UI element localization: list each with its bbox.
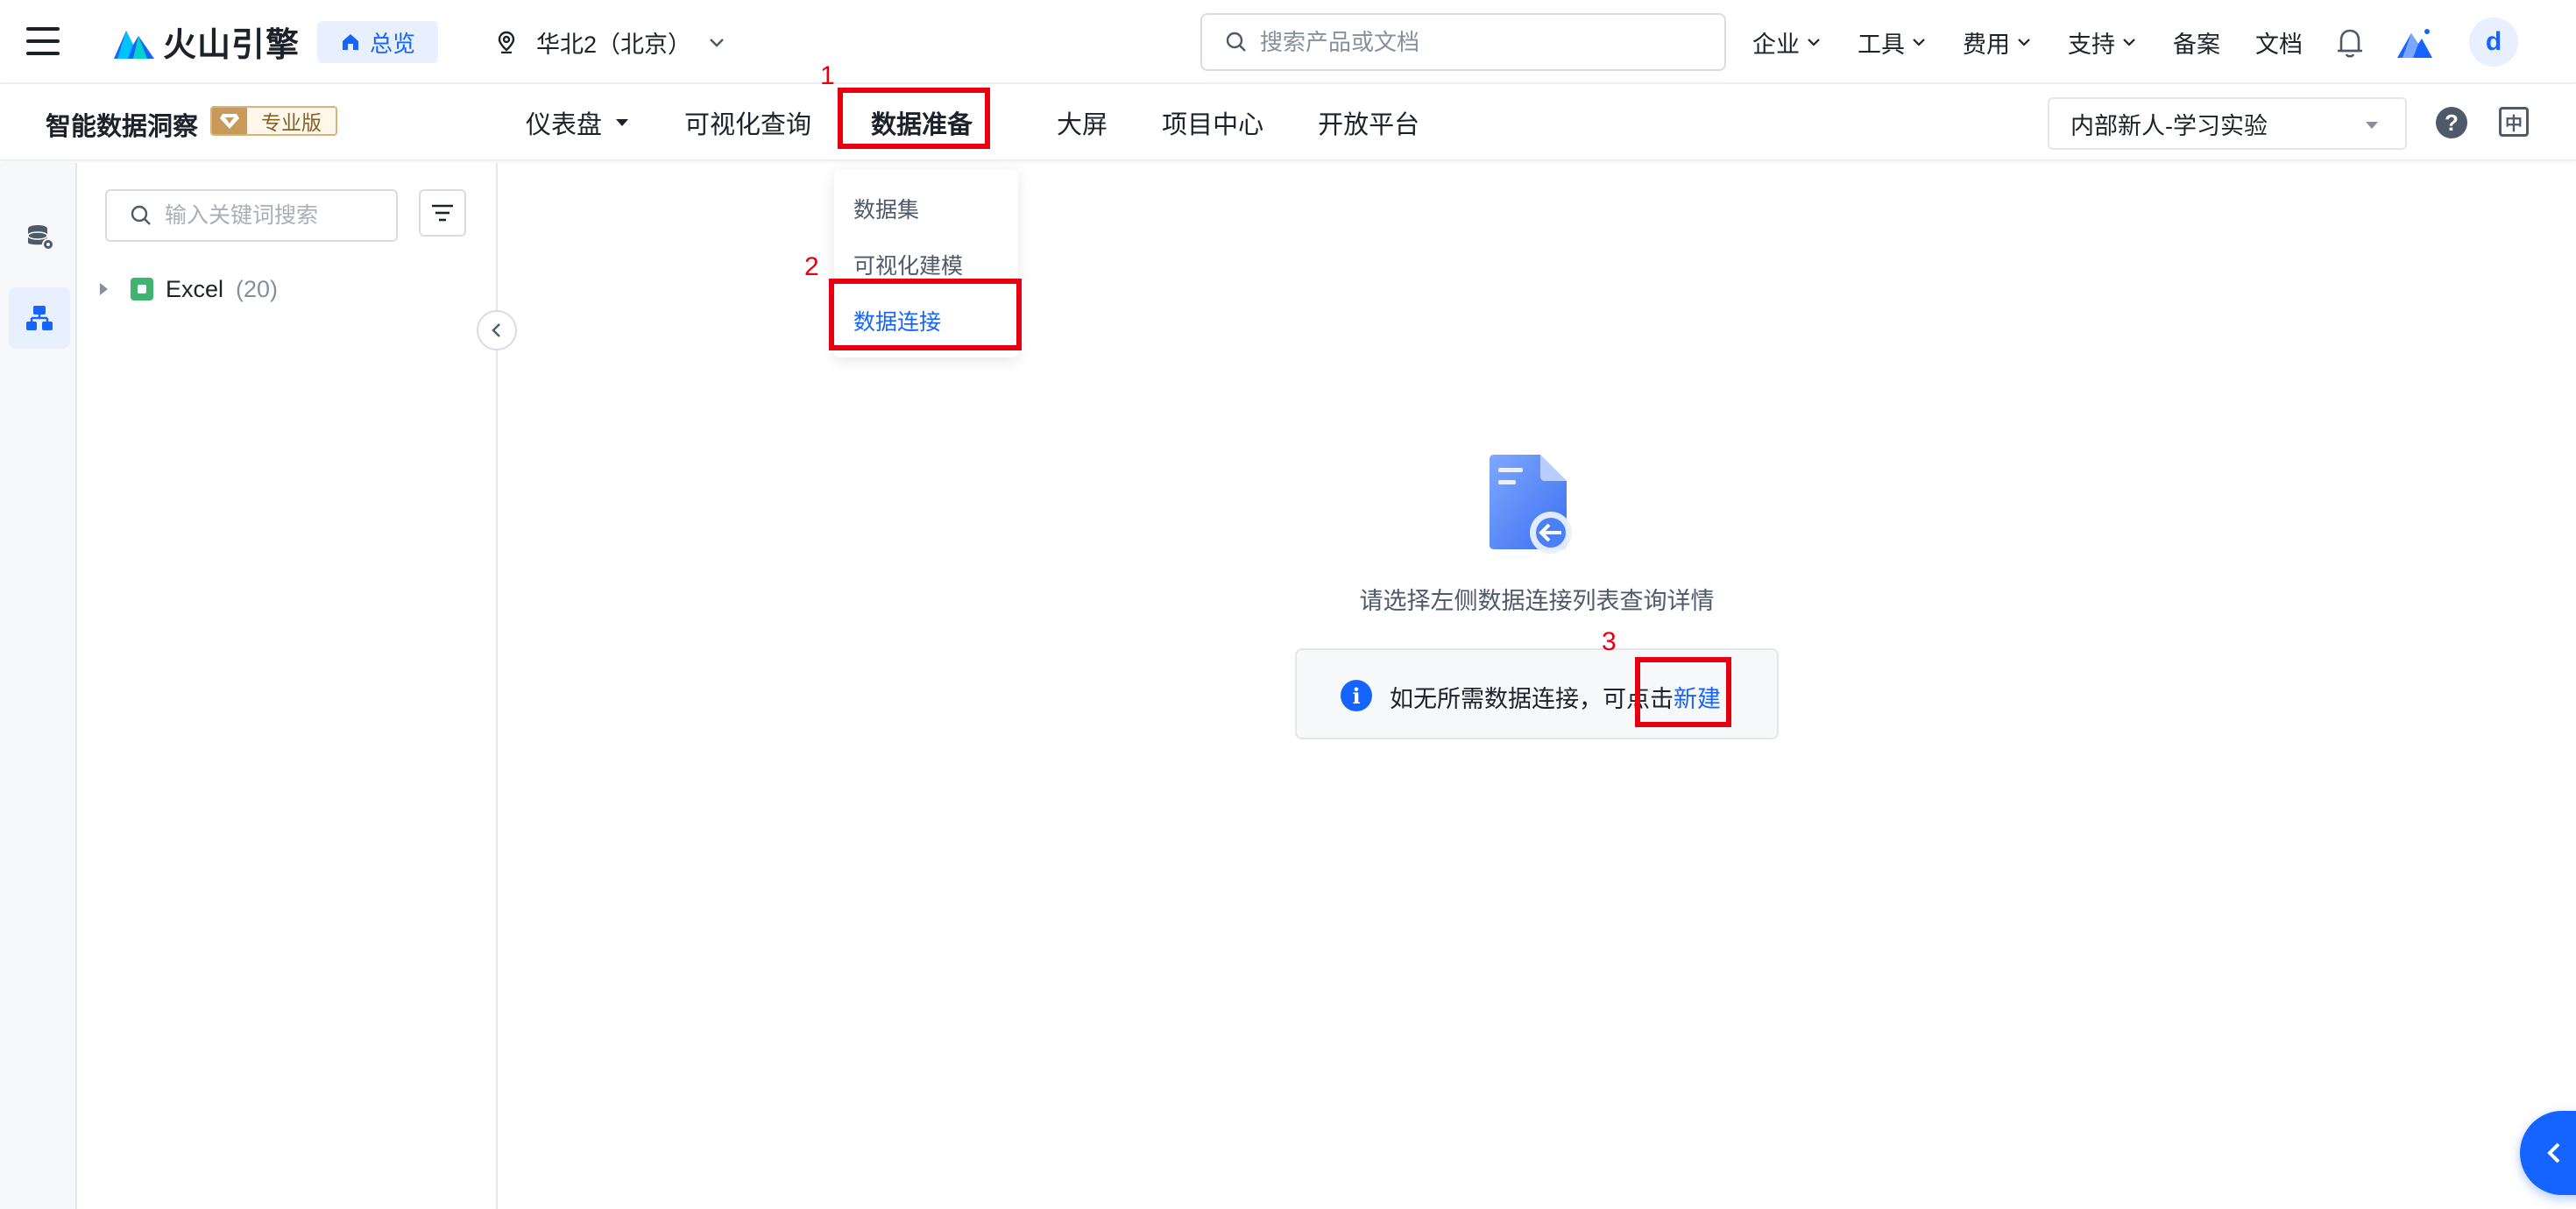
bell-icon[interactable]: [2334, 25, 2366, 60]
empty-state-message: 请选择左侧数据连接列表查询详情: [1359, 588, 1715, 614]
top-bar: 火山引擎 总览 华北2（北京） 企业 工具 费用 支持 备案 文档 d: [0, 0, 2576, 84]
tab-visual-query[interactable]: 可视化查询: [684, 104, 811, 141]
dropdown-item-visual-modeling[interactable]: 可视化建模: [853, 249, 963, 280]
top-nav-tools[interactable]: 工具: [1858, 25, 1928, 60]
expand-caret-icon[interactable]: [100, 283, 108, 295]
tab-label: 可视化查询: [684, 111, 812, 139]
search-icon: [1226, 32, 1246, 52]
hint-text: 如无所需数据连接，可点击新建: [1390, 680, 1721, 714]
data-prep-dropdown: 数据集 可视化建模 数据连接: [834, 170, 1018, 357]
create-hint: i 如无所需数据连接，可点击新建: [1295, 648, 1779, 739]
tab-dashboard[interactable]: 仪表盘: [526, 104, 630, 141]
global-search-input[interactable]: [1260, 28, 1716, 56]
info-icon: i: [1341, 680, 1372, 711]
tab-label: 数据准备: [871, 111, 973, 139]
excel-icon: [131, 278, 153, 300]
location-pin-icon: [498, 31, 515, 53]
hamburger-menu-icon[interactable]: [26, 27, 60, 55]
collapse-panel-button[interactable]: [477, 310, 517, 350]
create-connection-link[interactable]: 新建: [1674, 686, 1721, 712]
home-label: 总览: [370, 30, 416, 57]
top-nav-label: 备案: [2173, 31, 2220, 58]
rail-item-dataset[interactable]: [9, 207, 70, 268]
help-icon[interactable]: ?: [2436, 107, 2467, 138]
search-icon: [131, 205, 151, 225]
tree-item-count: (20): [236, 275, 279, 302]
tab-label: 项目中心: [1162, 111, 1264, 139]
edition-label: 专业版: [247, 108, 336, 134]
tab-label: 仪表盘: [526, 111, 603, 139]
dropdown-item-dataset[interactable]: 数据集: [853, 193, 919, 224]
annotation-number: 2: [804, 252, 819, 281]
volcengine-logo[interactable]: 火山引擎: [112, 19, 301, 64]
region-selector[interactable]: 华北2（北京）: [496, 23, 726, 61]
tab-label: 开放平台: [1318, 111, 1420, 139]
top-nav-filing[interactable]: 备案: [2173, 25, 2220, 60]
tab-label: 大屏: [1057, 111, 1108, 139]
home-icon: [343, 34, 358, 50]
top-nav-label: 企业: [1752, 31, 1800, 58]
annotation-number: 3: [1602, 627, 1617, 656]
dropdown-item-data-connection[interactable]: 数据连接: [853, 305, 941, 336]
chevron-left-icon: [492, 323, 500, 337]
caret-down-icon: [2366, 122, 2378, 129]
product-name: 智能数据洞察: [46, 113, 199, 141]
tree-search[interactable]: [105, 189, 398, 242]
top-nav-support[interactable]: 支持: [2068, 25, 2138, 60]
left-rail: [0, 163, 77, 1209]
chevron-down-icon: [1913, 39, 1925, 46]
connection-tree-icon: [26, 306, 53, 330]
language-icon[interactable]: 中: [2499, 107, 2529, 137]
tab-project-center[interactable]: 项目中心: [1162, 104, 1263, 141]
edition-badge: 专业版: [210, 106, 337, 136]
tab-big-screen[interactable]: 大屏: [1057, 104, 1108, 141]
top-nav-docs[interactable]: 文档: [2255, 25, 2303, 60]
user-avatar[interactable]: d: [2469, 18, 2518, 67]
tab-data-prep[interactable]: 数据准备: [871, 104, 973, 141]
tree-search-input[interactable]: [165, 202, 393, 229]
top-nav-label: 费用: [1963, 31, 2010, 58]
caret-down-icon: [616, 119, 629, 126]
main-nav: 仪表盘 可视化查询 数据准备 大屏 项目中心 开放平台: [526, 84, 1474, 161]
top-nav: 企业 工具 费用 支持 备案 文档: [1752, 23, 2338, 61]
global-search[interactable]: [1200, 13, 1726, 71]
logo-text: 火山引擎: [163, 26, 301, 64]
region-label: 华北2（北京）: [536, 31, 692, 58]
floating-expand-button[interactable]: [2520, 1111, 2576, 1195]
chevron-down-icon: [1808, 39, 1820, 46]
empty-document-icon: [1490, 455, 1572, 554]
top-nav-enterprise[interactable]: 企业: [1752, 25, 1822, 60]
top-nav-label: 工具: [1858, 31, 1905, 58]
annotation-number: 1: [820, 61, 835, 90]
chevron-down-icon: [2123, 39, 2135, 46]
tree-item-label: Excel: [166, 275, 224, 302]
diamond-icon: [212, 108, 247, 134]
filter-icon: [432, 204, 453, 222]
top-nav-label: 文档: [2255, 31, 2303, 58]
tab-open-platform[interactable]: 开放平台: [1318, 104, 1419, 141]
home-overview-button[interactable]: 总览: [317, 21, 439, 63]
tree-item-excel[interactable]: Excel (20): [100, 272, 278, 307]
volcano-logo-icon: [114, 31, 154, 59]
top-nav-billing[interactable]: 费用: [1963, 25, 2033, 60]
connection-tree-panel: Excel (20): [77, 163, 498, 1209]
product-bar: 智能数据洞察 专业版 仪表盘 可视化查询 数据准备 大屏 项目中心 开放平台 内…: [0, 84, 2576, 161]
ai-assistant-icon[interactable]: [2396, 25, 2434, 60]
chevron-left-icon: [2547, 1142, 2560, 1163]
chevron-down-icon: [2018, 39, 2030, 46]
rail-item-data-connection[interactable]: [9, 287, 70, 349]
filter-button[interactable]: [419, 189, 466, 237]
chevron-down-icon: [710, 39, 724, 47]
project-select-value: 内部新人-学习实验: [2070, 112, 2268, 139]
top-nav-label: 支持: [2068, 31, 2115, 58]
hint-prefix: 如无所需数据连接，可点击: [1390, 686, 1674, 712]
database-icon: [27, 225, 54, 251]
project-select[interactable]: 内部新人-学习实验: [2048, 97, 2407, 150]
